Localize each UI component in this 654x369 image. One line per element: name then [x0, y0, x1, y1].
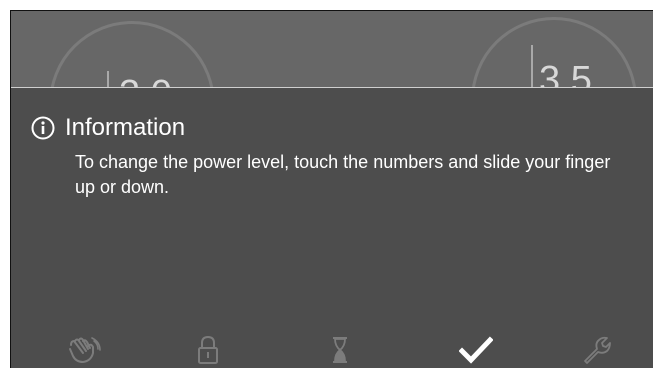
check-icon[interactable]: [459, 334, 493, 366]
dialog-title: Information: [65, 114, 186, 141]
dialog-message: To change the power level, touch the num…: [75, 152, 611, 197]
information-dialog: Information To change the power level, t…: [11, 87, 653, 368]
info-icon: [31, 116, 55, 140]
hourglass-icon[interactable]: [323, 334, 357, 366]
wrench-icon[interactable]: [579, 334, 613, 366]
lock-icon[interactable]: [191, 334, 225, 366]
hand-wave-icon[interactable]: [67, 334, 101, 366]
dial-right-tick: [531, 45, 533, 93]
cooktop-display: 3.0 3.5 Information To change the power …: [10, 10, 653, 368]
